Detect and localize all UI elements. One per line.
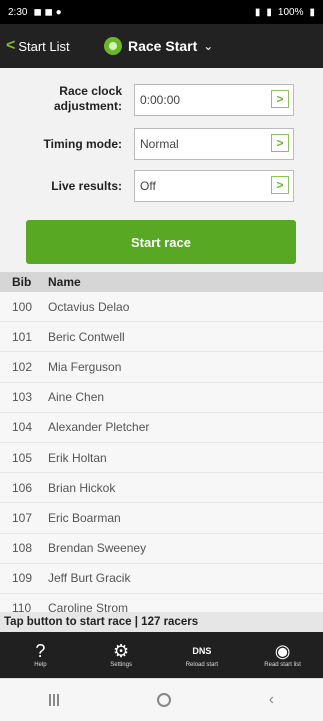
app-bar: < Start List Race Start ⌄ [0,24,323,68]
title-dropdown[interactable]: Race Start ⌄ [104,24,213,68]
system-navigation-bar: ‹ [0,678,323,721]
list-item[interactable]: 109 Jeff Burt Gracik [0,564,323,594]
timing-mode-row: Timing mode: Normal > [0,128,323,162]
help-label: Help [34,662,47,668]
racer-name: Jeff Burt Gracik [48,571,131,586]
live-results-row: Live results: Off > [0,170,323,204]
racer-bib: 106 [12,480,33,495]
live-results-field[interactable]: Off > [134,170,294,202]
status-bar: 2:30 ◼ ◼ ● ▮ ▮ 100% ▮ [0,0,323,24]
settings-button[interactable]: ⚙ Settings [89,632,153,678]
read-start-list-button[interactable]: ◉ Read start list [251,632,315,678]
status-line: Tap button to start race | 127 racers [0,612,323,632]
list-item[interactable]: 108 Brendan Sweeney [0,534,323,564]
race-clock-value: 0:00:00 [140,93,181,107]
timing-mode-field[interactable]: Normal > [134,128,294,160]
racer-bib: 107 [12,510,33,525]
racer-bib: 100 [12,299,33,314]
name-column-header: Name [48,275,81,289]
racer-bib: 105 [12,450,33,465]
wifi-icon: ▮ [266,6,272,18]
list-item[interactable]: 107 Eric Boarman [0,503,323,534]
settings-panel: Race clock adjustment: 0:00:00 > Timing … [0,68,323,272]
racer-name: Eric Boarman [48,510,121,525]
race-clock-row: Race clock adjustment: 0:00:00 > [0,84,323,118]
help-icon: ? [35,641,46,661]
racer-name: Brendan Sweeney [48,541,147,556]
settings-icon: ⚙ [113,641,130,661]
reload-start-button[interactable]: DNS Reload start [170,632,234,678]
chevron-down-icon: ⌄ [203,39,214,53]
racer-bib: 101 [12,329,33,344]
signal-icon: ▮ [254,6,261,18]
race-clock-label: Race clock adjustment: [53,84,122,113]
chevron-right-icon[interactable]: > [271,176,289,194]
app-logo-icon [104,37,122,55]
racer-name: Mia Ferguson [48,359,122,374]
list-item[interactable]: 110 Caroline Strom [0,594,323,612]
settings-label: Settings [110,662,132,668]
page-title: Race Start [128,38,198,54]
chevron-right-icon[interactable]: > [271,134,289,152]
racer-name: Octavius Delao [48,299,130,314]
racer-bib: 104 [12,420,33,435]
racer-bib: 102 [12,359,33,374]
list-item[interactable]: 102 Mia Ferguson [0,352,323,383]
racer-name: Brian Hickok [48,480,116,495]
battery-icon: ▮ [309,6,315,18]
bib-column-header: Bib [12,275,32,289]
help-button[interactable]: ? Help [8,632,72,678]
status-time: 2:30 [8,6,28,18]
home-icon[interactable] [156,693,171,707]
list-item[interactable]: 103 Aine Chen [0,383,323,413]
racer-bib: 110 [12,601,32,612]
list-header: Bib Name [0,272,323,292]
list-item[interactable]: 101 Beric Contwell [0,322,323,353]
racer-name: Caroline Strom [48,601,129,612]
racer-name: Erik Holtan [48,450,107,465]
back-label: Start List [18,38,70,54]
recents-icon[interactable] [48,694,59,706]
live-results-label: Live results: [51,179,122,193]
dns-icon: DNS [192,646,212,656]
bottom-toolbar: ? Help ⚙ Settings DNS Reload start ◉ Rea… [0,632,323,678]
racer-name: Beric Contwell [48,329,125,344]
start-race-button[interactable]: Start race [26,220,296,264]
list-item[interactable]: 104 Alexander Pletcher [0,413,323,443]
back-chevron-icon: < [6,37,16,54]
racer-bib: 103 [12,390,33,405]
racer-bib: 109 [12,571,33,586]
racer-name: Aine Chen [48,390,105,405]
back-button[interactable]: < Start List [6,38,70,54]
notification-icons: ◼ ◼ ● [33,6,62,18]
chevron-right-icon[interactable]: > [271,90,289,108]
list-item[interactable]: 106 Brian Hickok [0,473,323,504]
back-icon[interactable]: ‹ [269,691,274,709]
read-start-list-label: Read start list [264,662,301,668]
race-clock-field[interactable]: 0:00:00 > [134,84,294,116]
list-item[interactable]: 100 Octavius Delao [0,292,323,323]
list-item[interactable]: 105 Erik Holtan [0,443,323,474]
racer-bib: 108 [12,541,33,556]
reload-start-label: Reload start [185,662,219,668]
live-results-value: Off [140,179,156,193]
timing-mode-label: Timing mode: [43,137,122,151]
timing-mode-value: Normal [140,137,179,151]
racer-list[interactable]: 100 Octavius Delao 101 Beric Contwell 102 M… [0,292,323,612]
battery-text: 100% [277,6,304,18]
wireless-icon: ◉ [274,641,291,661]
racer-name: Alexander Pletcher [48,420,150,435]
